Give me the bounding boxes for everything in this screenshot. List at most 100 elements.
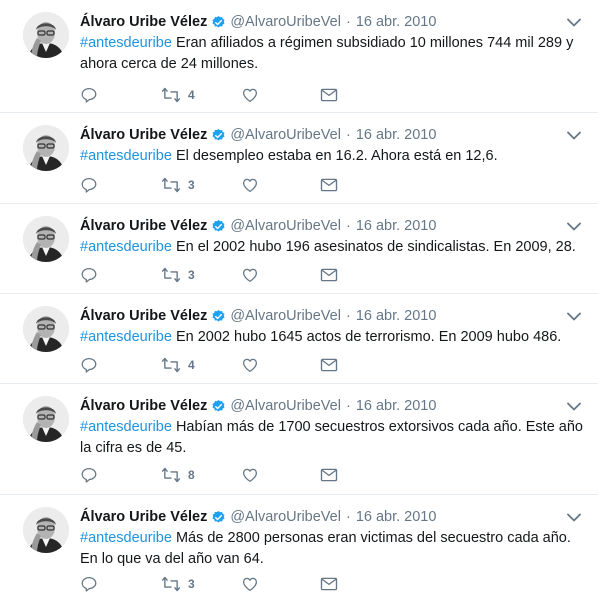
avatar[interactable] [23, 216, 69, 262]
retweet-button[interactable]: 4 [161, 355, 195, 375]
tweet[interactable]: Álvaro Uribe Vélez @AlvaroUribeVel · 16 … [0, 113, 598, 204]
hashtag-link[interactable]: #antesdeuribe [80, 419, 172, 435]
reply-button[interactable] [80, 574, 98, 594]
tweet[interactable]: Álvaro Uribe Vélez @AlvaroUribeVel · 16 … [0, 0, 598, 113]
chevron-down-icon[interactable] [566, 308, 582, 324]
verified-badge-icon [211, 219, 226, 234]
avatar[interactable] [23, 12, 69, 58]
author-name[interactable]: Álvaro Uribe Vélez [80, 218, 207, 234]
verified-badge-icon [211, 399, 226, 414]
verified-badge-icon [211, 309, 226, 324]
reply-icon [81, 357, 97, 373]
heart-icon [242, 358, 258, 373]
chevron-down-icon[interactable] [566, 509, 582, 525]
avatar-photo [23, 306, 69, 352]
author-name[interactable]: Álvaro Uribe Vélez [80, 14, 207, 30]
tweet-actions: 3 [80, 175, 380, 195]
author-handle[interactable]: @AlvaroUribeVel [230, 14, 341, 30]
author-name[interactable]: Álvaro Uribe Vélez [80, 398, 207, 414]
tweet-text: #antesdeuribe Más de 2800 personas eran … [80, 528, 585, 570]
hashtag-link[interactable]: #antesdeuribe [80, 35, 172, 51]
retweet-button[interactable]: 4 [161, 85, 195, 105]
avatar-photo [23, 396, 69, 442]
author-name[interactable]: Álvaro Uribe Vélez [80, 308, 207, 324]
reply-button[interactable] [80, 85, 98, 105]
author-handle[interactable]: @AlvaroUribeVel [230, 509, 341, 525]
retweet-count: 4 [188, 358, 195, 372]
author-handle[interactable]: @AlvaroUribeVel [230, 398, 341, 414]
chevron-down-icon[interactable] [566, 14, 582, 30]
hashtag-link[interactable]: #antesdeuribe [80, 329, 172, 345]
avatar-photo [23, 507, 69, 553]
tweet-date[interactable]: 16 abr. 2010 [356, 308, 437, 324]
tweet-date[interactable]: 16 abr. 2010 [356, 398, 437, 414]
hashtag-link[interactable]: #antesdeuribe [80, 148, 172, 164]
reply-button[interactable] [80, 355, 98, 375]
direct-message-button[interactable] [320, 265, 338, 285]
chevron-down-icon[interactable] [566, 398, 582, 414]
like-button[interactable] [241, 465, 259, 485]
author-name[interactable]: Álvaro Uribe Vélez [80, 127, 207, 143]
author-handle[interactable]: @AlvaroUribeVel [230, 218, 341, 234]
tweet-text: #antesdeuribe En el 2002 hubo 196 asesin… [80, 237, 585, 258]
hashtag-link[interactable]: #antesdeuribe [80, 239, 172, 255]
author-handle[interactable]: @AlvaroUribeVel [230, 308, 341, 324]
retweet-button[interactable]: 3 [161, 175, 195, 195]
envelope-icon [320, 178, 338, 192]
like-button[interactable] [241, 574, 259, 594]
chevron-down-icon[interactable] [566, 127, 582, 143]
avatar-photo [23, 216, 69, 262]
tweet-text: #antesdeuribe En 2002 hubo 1645 actos de… [80, 327, 585, 348]
retweet-icon [161, 467, 181, 483]
tweet-header: Álvaro Uribe Vélez @AlvaroUribeVel · 16 … [80, 306, 558, 326]
separator-dot: · [345, 218, 351, 234]
tweet-body: El desempleo estaba en 16.2. Ahora está … [171, 148, 498, 164]
tweet[interactable]: Álvaro Uribe Vélez @AlvaroUribeVel · 16 … [0, 495, 598, 607]
like-button[interactable] [241, 265, 259, 285]
direct-message-button[interactable] [320, 175, 338, 195]
reply-button[interactable] [80, 465, 98, 485]
tweet-date[interactable]: 16 abr. 2010 [356, 218, 437, 234]
tweet-actions: 3 [80, 265, 380, 285]
author-handle[interactable]: @AlvaroUribeVel [230, 127, 341, 143]
tweet[interactable]: Álvaro Uribe Vélez @AlvaroUribeVel · 16 … [0, 384, 598, 495]
tweet-date[interactable]: 16 abr. 2010 [356, 14, 437, 30]
avatar-photo [23, 125, 69, 171]
direct-message-button[interactable] [320, 85, 338, 105]
direct-message-button[interactable] [320, 574, 338, 594]
like-button[interactable] [241, 175, 259, 195]
retweet-count: 4 [188, 88, 195, 102]
envelope-icon [320, 268, 338, 282]
direct-message-button[interactable] [320, 355, 338, 375]
tweet-header: Álvaro Uribe Vélez @AlvaroUribeVel · 16 … [80, 507, 558, 527]
direct-message-button[interactable] [320, 465, 338, 485]
retweet-icon [161, 177, 181, 193]
avatar[interactable] [23, 396, 69, 442]
reply-button[interactable] [80, 175, 98, 195]
tweet-date[interactable]: 16 abr. 2010 [356, 509, 437, 525]
like-button[interactable] [241, 355, 259, 375]
reply-button[interactable] [80, 265, 98, 285]
avatar[interactable] [23, 125, 69, 171]
avatar[interactable] [23, 507, 69, 553]
tweet[interactable]: Álvaro Uribe Vélez @AlvaroUribeVel · 16 … [0, 294, 598, 384]
retweet-button[interactable]: 8 [161, 465, 195, 485]
tweet-actions: 8 [80, 465, 380, 485]
avatar[interactable] [23, 306, 69, 352]
tweet-text: #antesdeuribe Eran afiliados a régimen s… [80, 33, 585, 75]
separator-dot: · [345, 14, 351, 30]
chevron-down-icon[interactable] [566, 218, 582, 234]
tweet[interactable]: Álvaro Uribe Vélez @AlvaroUribeVel · 16 … [0, 204, 598, 294]
retweet-button[interactable]: 3 [161, 265, 195, 285]
hashtag-link[interactable]: #antesdeuribe [80, 530, 172, 546]
retweet-icon [161, 576, 181, 592]
heart-icon [242, 178, 258, 193]
retweet-icon [161, 357, 181, 373]
tweet-feed: Álvaro Uribe Vélez @AlvaroUribeVel · 16 … [0, 0, 598, 607]
retweet-button[interactable]: 3 [161, 574, 195, 594]
like-button[interactable] [241, 85, 259, 105]
tweet-body: En 2002 hubo 1645 actos de terrorismo. E… [171, 329, 562, 345]
retweet-icon [161, 87, 181, 103]
author-name[interactable]: Álvaro Uribe Vélez [80, 509, 207, 525]
tweet-date[interactable]: 16 abr. 2010 [356, 127, 437, 143]
